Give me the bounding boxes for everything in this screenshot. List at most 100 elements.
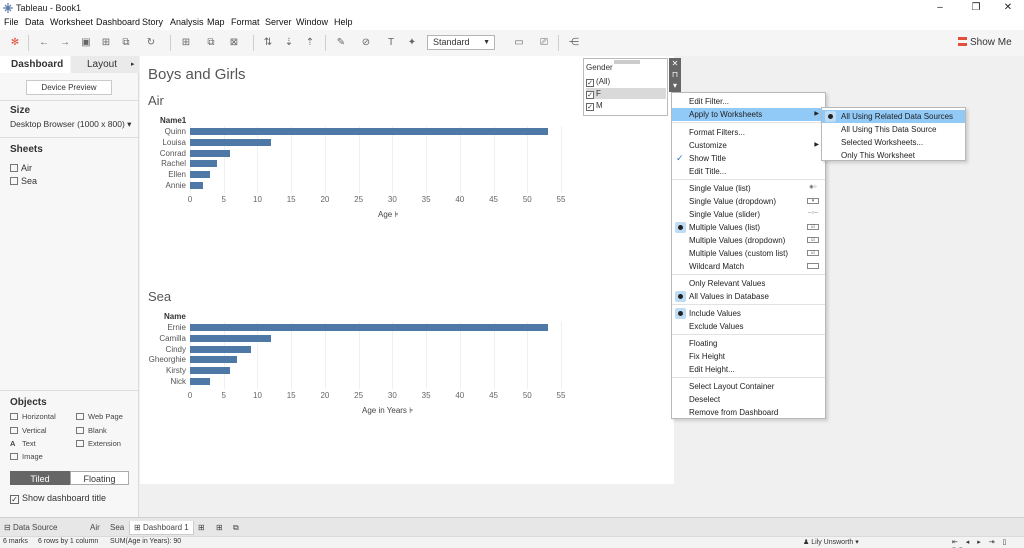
filter-option-all[interactable]: ✓ (All) [586,76,666,87]
tableau-home-icon[interactable]: ✻ [9,37,21,49]
pin-icon[interactable]: ⊓ [669,69,681,80]
share-icon[interactable]: ⋲ [568,37,580,49]
y-category-label[interactable]: Annie [142,181,186,190]
show-me-button[interactable]: Show Me [958,37,1012,48]
bar-mark[interactable] [190,182,204,189]
menu-all-values-in-database[interactable]: All Values in Database [672,290,825,303]
new-dashboard-icon[interactable]: ⊞ [216,521,223,535]
tab-sea[interactable]: Sea [110,521,124,535]
menu-worksheet[interactable]: Worksheet [50,17,93,27]
minimize-button[interactable]: – [925,1,955,15]
show-title-checkbox[interactable]: ✓ Show dashboard title [10,493,106,504]
more-options-icon[interactable]: ▾ [669,80,681,91]
drag-handle[interactable] [614,60,640,64]
air-axis-title[interactable]: Age ⊧ [378,210,399,219]
menu-edit-filter[interactable]: Edit Filter... [672,95,825,108]
filter-option-f[interactable]: ✓ F [586,88,666,99]
presentation-mode-icon[interactable]: ⎚ [538,37,550,49]
y-category-label[interactable]: Kirsty [142,366,186,375]
menu-map[interactable]: Map [207,17,225,27]
refresh-icon[interactable]: ↻ [145,37,157,49]
bar-mark[interactable] [190,324,548,331]
y-category-label[interactable]: Ernie [142,323,186,332]
menu-only-relevant-values[interactable]: Only Relevant Values [672,277,825,290]
new-data-source-icon[interactable]: ⊞ [100,37,112,49]
y-category-label[interactable]: Gheorghie [142,355,186,364]
y-category-label[interactable]: Conrad [142,149,186,158]
menu-server[interactable]: Server [265,17,292,27]
label-icon[interactable]: T [385,37,397,49]
menu-select-layout-container[interactable]: Select Layout Container [672,380,825,393]
bar-mark[interactable] [190,345,251,353]
object-image[interactable]: Image [10,452,43,461]
maximize-button[interactable]: ❐ [961,1,991,15]
object-extension[interactable]: Extension [76,439,121,448]
menu-fix-height[interactable]: Fix Height [672,350,825,363]
menu-story[interactable]: Story [142,17,163,27]
sheet-item-air[interactable]: Air [10,163,32,173]
menu-multiple-values-list[interactable]: Multiple Values (list) ☑ [672,221,825,234]
size-dropdown[interactable]: Desktop Browser (1000 x 800) ▾ [10,119,131,130]
menu-multiple-values-custom[interactable]: Multiple Values (custom list) ☑ [672,247,825,260]
y-category-label[interactable]: Camilla [142,334,186,343]
object-vertical[interactable]: Vertical [10,426,47,435]
object-text[interactable]: A Text [10,439,36,448]
menu-dashboard[interactable]: Dashboard [96,17,140,27]
sheet-item-sea[interactable]: Sea [10,176,37,186]
fit-dropdown[interactable]: Standard ▼ [427,35,495,50]
sort-descending-icon[interactable]: ⇡ [304,37,316,49]
submenu-all-related-sources[interactable]: All Using Related Data Sources [822,110,965,123]
bar-mark[interactable] [190,138,271,146]
bar-mark[interactable] [190,149,231,157]
bar-mark[interactable] [190,378,211,385]
bar-mark[interactable] [190,171,211,179]
menu-single-value-slider[interactable]: Single Value (slider) ─○─ [672,208,825,221]
sheet-navigation[interactable]: ⇤ ◂ ▸ ⇥ ▯ ▯▯ [952,538,1024,548]
y-category-label[interactable]: Ellen [142,170,186,179]
menu-customize[interactable]: Customize ▶ [672,139,825,152]
pause-updates-icon[interactable]: ⧉ [120,37,132,49]
y-category-label[interactable]: Rachel [142,159,186,168]
menu-file[interactable]: File [4,17,19,27]
menu-format-filters[interactable]: Format Filters... [672,126,825,139]
fix-axes-icon[interactable]: ✦ [406,37,418,49]
show-cards-icon[interactable]: ▭ [513,37,525,49]
y-category-label[interactable]: Louisa [142,138,186,147]
new-worksheet-icon[interactable]: ⊞ [198,521,205,535]
group-icon[interactable]: ⊘ [360,37,372,49]
submenu-all-this-source[interactable]: All Using This Data Source [822,123,965,136]
user-menu[interactable]: ♟ Lily Unsworth ▾ [803,538,859,546]
remove-icon[interactable]: ✕ [669,58,681,69]
new-story-icon[interactable]: ⧉ [233,521,239,535]
menu-help[interactable]: Help [334,17,353,27]
menu-multiple-values-dropdown[interactable]: Multiple Values (dropdown) ☑ [672,234,825,247]
object-blank[interactable]: Blank [76,426,107,435]
sea-axis-title[interactable]: Age in Years ⊧ [362,406,413,415]
tiled-toggle[interactable]: Tiled [10,471,70,485]
bar-mark[interactable] [190,367,231,375]
duplicate-icon[interactable]: ⧉ [205,37,217,49]
menu-edit-title[interactable]: Edit Title... [672,165,825,178]
tab-air[interactable]: Air [90,521,100,535]
tab-dashboard[interactable]: Dashboard [0,56,70,73]
menu-show-title[interactable]: ✓ Show Title [672,152,825,165]
tab-data-source[interactable]: ⊟ Data Source [4,521,57,535]
undo-icon[interactable]: ← [38,37,50,49]
menu-analysis[interactable]: Analysis [170,17,204,27]
menu-edit-height[interactable]: Edit Height... [672,363,825,376]
filter-option-m[interactable]: ✓ M [586,100,666,111]
bar-mark[interactable] [190,356,238,364]
menu-include-values[interactable]: Include Values [672,307,825,320]
menu-exclude-values[interactable]: Exclude Values [672,320,825,333]
y-category-label[interactable]: Nick [142,377,186,386]
submenu-selected-worksheets[interactable]: Selected Worksheets... [822,136,965,149]
menu-single-value-list[interactable]: Single Value (list) ◉○ [672,182,825,195]
sort-ascending-icon[interactable]: ⇣ [283,37,295,49]
object-web-page[interactable]: Web Page [76,412,123,421]
close-button[interactable]: ✕ [993,1,1023,15]
menu-apply-to-worksheets[interactable]: Apply to Worksheets ▶ [672,108,825,121]
swap-icon[interactable]: ⇅ [262,37,274,49]
highlight-icon[interactable]: ✎ [335,37,347,49]
clear-sheet-icon[interactable]: ⊠ [228,37,240,49]
menu-single-value-dropdown[interactable]: Single Value (dropdown) ▾ [672,195,825,208]
